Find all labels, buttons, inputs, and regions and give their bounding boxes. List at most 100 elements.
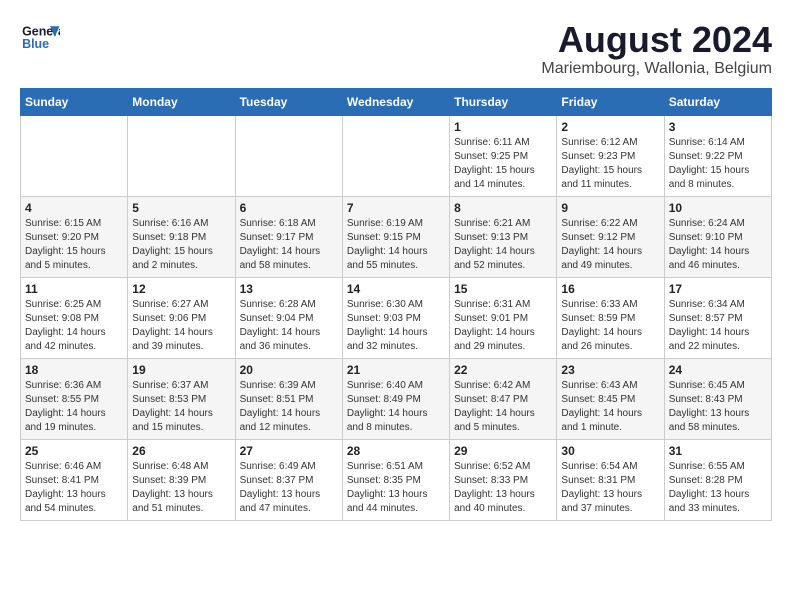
page-header: General Blue August 2024 Mariembourg, Wa… [20, 20, 772, 78]
day-info: Sunrise: 6:11 AM Sunset: 9:25 PM Dayligh… [454, 136, 552, 192]
day-info: Sunrise: 6:45 AM Sunset: 8:43 PM Dayligh… [669, 379, 767, 435]
svg-text:Blue: Blue [22, 37, 49, 51]
day-info: Sunrise: 6:22 AM Sunset: 9:12 PM Dayligh… [561, 217, 659, 273]
day-number: 24 [669, 363, 767, 377]
calendar-cell: 19Sunrise: 6:37 AM Sunset: 8:53 PM Dayli… [128, 358, 235, 439]
calendar-cell: 10 Sunrise: 6:24 AM Sunset: 9:10 PM Dayli… [664, 196, 771, 277]
calendar-cell: 17 Sunrise: 6:34 AM Sunset: 8:57 PM Dayli… [664, 277, 771, 358]
calendar-body: 1Sunrise: 6:11 AM Sunset: 9:25 PM Daylig… [21, 115, 772, 520]
logo-icon: General Blue [20, 20, 60, 55]
day-number: 18 [25, 363, 123, 377]
calendar-cell: 20Sunrise: 6:39 AM Sunset: 8:51 PM Dayli… [235, 358, 342, 439]
day-number: 13 [240, 282, 338, 296]
calendar-cell: 29Sunrise: 6:52 AM Sunset: 8:33 PM Dayli… [450, 439, 557, 520]
header-cell-tuesday: Tuesday [235, 88, 342, 115]
day-number: 27 [240, 444, 338, 458]
day-info: Sunrise: 6:42 AM Sunset: 8:47 PM Dayligh… [454, 379, 552, 435]
calendar-cell: 18 Sunrise: 6:36 AM Sunset: 8:55 PM Dayli… [21, 358, 128, 439]
day-number: 29 [454, 444, 552, 458]
day-info: Sunrise: 6:34 AM Sunset: 8:57 PM Dayligh… [669, 298, 767, 354]
calendar-cell: 7 Sunrise: 6:19 AM Sunset: 9:15 PM Daylig… [342, 196, 449, 277]
page-subtitle: Mariembourg, Wallonia, Belgium [541, 60, 772, 78]
day-number: 4 [25, 201, 123, 215]
header-cell-friday: Friday [557, 88, 664, 115]
calendar-cell: 12 Sunrise: 6:27 AM Sunset: 9:06 PM Dayli… [128, 277, 235, 358]
week-row-5: 25 Sunrise: 6:46 AM Sunset: 8:41 PM Dayli… [21, 439, 772, 520]
day-number: 14 [347, 282, 445, 296]
calendar-cell: 22 Sunrise: 6:42 AM Sunset: 8:47 PM Dayli… [450, 358, 557, 439]
calendar-cell: 11 Sunrise: 6:25 AM Sunset: 9:08 PM Dayli… [21, 277, 128, 358]
calendar-cell: 2Sunrise: 6:12 AM Sunset: 9:23 PM Daylig… [557, 115, 664, 196]
day-info: Sunrise: 6:24 AM Sunset: 9:10 PM Dayligh… [669, 217, 767, 273]
calendar-cell: 13 Sunrise: 6:28 AM Sunset: 9:04 PM Dayli… [235, 277, 342, 358]
day-number: 30 [561, 444, 659, 458]
calendar-cell [235, 115, 342, 196]
calendar-cell: 1Sunrise: 6:11 AM Sunset: 9:25 PM Daylig… [450, 115, 557, 196]
page-title: August 2024 [541, 20, 772, 60]
day-info: Sunrise: 6:46 AM Sunset: 8:41 PM Dayligh… [25, 460, 123, 516]
calendar-cell [128, 115, 235, 196]
day-info: Sunrise: 6:21 AM Sunset: 9:13 PM Dayligh… [454, 217, 552, 273]
day-number: 10 [669, 201, 767, 215]
day-info: Sunrise: 6:36 AM Sunset: 8:55 PM Dayligh… [25, 379, 123, 435]
day-number: 15 [454, 282, 552, 296]
day-info: Sunrise: 6:43 AM Sunset: 8:45 PM Dayligh… [561, 379, 659, 435]
day-number: 26 [132, 444, 230, 458]
day-info: Sunrise: 6:19 AM Sunset: 9:15 PM Dayligh… [347, 217, 445, 273]
calendar-cell: 14 Sunrise: 6:30 AM Sunset: 9:03 PM Dayli… [342, 277, 449, 358]
calendar-table: SundayMondayTuesdayWednesdayThursdayFrid… [20, 88, 772, 521]
day-number: 22 [454, 363, 552, 377]
day-info: Sunrise: 6:39 AM Sunset: 8:51 PM Dayligh… [240, 379, 338, 435]
header-row: SundayMondayTuesdayWednesdayThursdayFrid… [21, 88, 772, 115]
day-info: Sunrise: 6:31 AM Sunset: 9:01 PM Dayligh… [454, 298, 552, 354]
calendar-cell: 4 Sunrise: 6:15 AM Sunset: 9:20 PM Daylig… [21, 196, 128, 277]
calendar-cell: 27 Sunrise: 6:49 AM Sunset: 8:37 PM Dayli… [235, 439, 342, 520]
header-cell-wednesday: Wednesday [342, 88, 449, 115]
week-row-3: 11 Sunrise: 6:25 AM Sunset: 9:08 PM Dayli… [21, 277, 772, 358]
day-number: 9 [561, 201, 659, 215]
day-number: 7 [347, 201, 445, 215]
calendar-cell: 16 Sunrise: 6:33 AM Sunset: 8:59 PM Dayli… [557, 277, 664, 358]
calendar-cell: 6Sunrise: 6:18 AM Sunset: 9:17 PM Daylig… [235, 196, 342, 277]
day-info: Sunrise: 6:51 AM Sunset: 8:35 PM Dayligh… [347, 460, 445, 516]
calendar-cell: 3Sunrise: 6:14 AM Sunset: 9:22 PM Daylig… [664, 115, 771, 196]
calendar-cell: 30 Sunrise: 6:54 AM Sunset: 8:31 PM Dayli… [557, 439, 664, 520]
day-info: Sunrise: 6:15 AM Sunset: 9:20 PM Dayligh… [25, 217, 123, 273]
day-number: 23 [561, 363, 659, 377]
day-number: 28 [347, 444, 445, 458]
calendar-cell: 26 Sunrise: 6:48 AM Sunset: 8:39 PM Dayli… [128, 439, 235, 520]
day-number: 6 [240, 201, 338, 215]
calendar-cell: 25 Sunrise: 6:46 AM Sunset: 8:41 PM Dayli… [21, 439, 128, 520]
day-number: 3 [669, 120, 767, 134]
day-info: Sunrise: 6:25 AM Sunset: 9:08 PM Dayligh… [25, 298, 123, 354]
week-row-1: 1Sunrise: 6:11 AM Sunset: 9:25 PM Daylig… [21, 115, 772, 196]
header-cell-saturday: Saturday [664, 88, 771, 115]
day-info: Sunrise: 6:12 AM Sunset: 9:23 PM Dayligh… [561, 136, 659, 192]
day-info: Sunrise: 6:30 AM Sunset: 9:03 PM Dayligh… [347, 298, 445, 354]
day-info: Sunrise: 6:48 AM Sunset: 8:39 PM Dayligh… [132, 460, 230, 516]
day-info: Sunrise: 6:33 AM Sunset: 8:59 PM Dayligh… [561, 298, 659, 354]
calendar-cell: 15 Sunrise: 6:31 AM Sunset: 9:01 PM Dayli… [450, 277, 557, 358]
day-info: Sunrise: 6:37 AM Sunset: 8:53 PM Dayligh… [132, 379, 230, 435]
day-info: Sunrise: 6:28 AM Sunset: 9:04 PM Dayligh… [240, 298, 338, 354]
header-cell-sunday: Sunday [21, 88, 128, 115]
day-info: Sunrise: 6:54 AM Sunset: 8:31 PM Dayligh… [561, 460, 659, 516]
calendar-cell [21, 115, 128, 196]
calendar-cell: 9 Sunrise: 6:22 AM Sunset: 9:12 PM Daylig… [557, 196, 664, 277]
day-info: Sunrise: 6:27 AM Sunset: 9:06 PM Dayligh… [132, 298, 230, 354]
day-number: 11 [25, 282, 123, 296]
day-number: 16 [561, 282, 659, 296]
logo: General Blue [20, 20, 60, 55]
calendar-cell: 5Sunrise: 6:16 AM Sunset: 9:18 PM Daylig… [128, 196, 235, 277]
day-number: 25 [25, 444, 123, 458]
day-number: 21 [347, 363, 445, 377]
calendar-cell: 23 Sunrise: 6:43 AM Sunset: 8:45 PM Dayli… [557, 358, 664, 439]
header-cell-thursday: Thursday [450, 88, 557, 115]
day-number: 17 [669, 282, 767, 296]
day-info: Sunrise: 6:49 AM Sunset: 8:37 PM Dayligh… [240, 460, 338, 516]
calendar-header: SundayMondayTuesdayWednesdayThursdayFrid… [21, 88, 772, 115]
calendar-cell [342, 115, 449, 196]
header-cell-monday: Monday [128, 88, 235, 115]
day-number: 12 [132, 282, 230, 296]
day-info: Sunrise: 6:55 AM Sunset: 8:28 PM Dayligh… [669, 460, 767, 516]
